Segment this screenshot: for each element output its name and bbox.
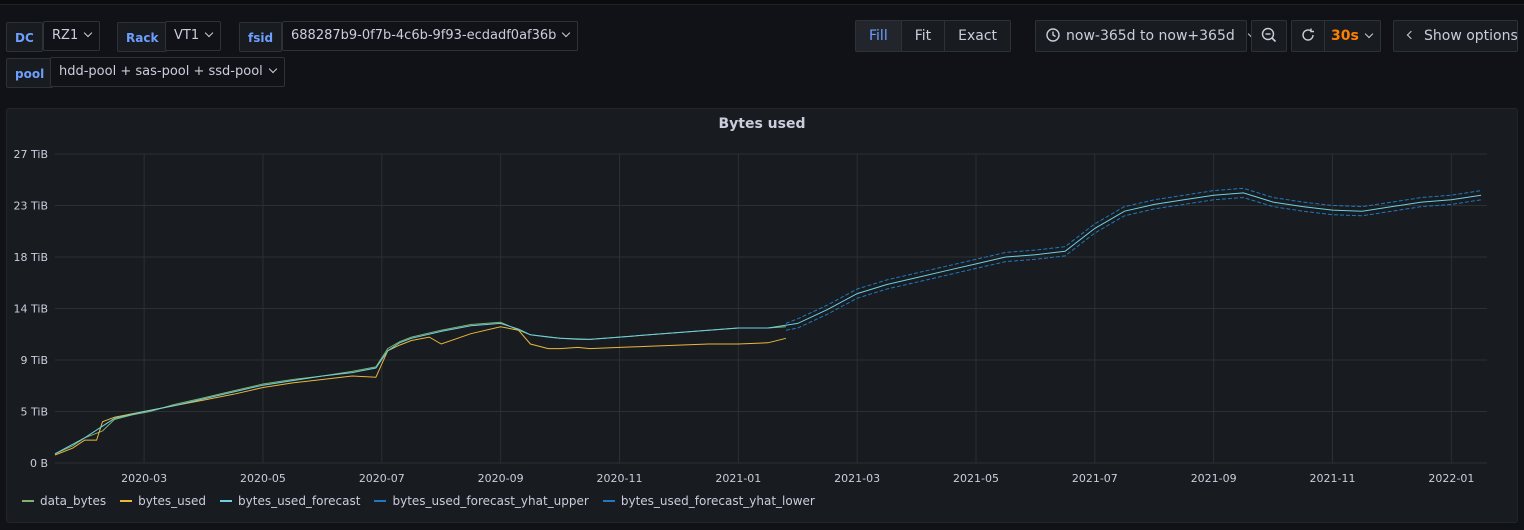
- legend-item-bytes-used-forecast-yhat-upper[interactable]: bytes_used_forecast_yhat_upper: [374, 494, 589, 508]
- legend-label: data_bytes: [40, 494, 107, 508]
- x-tick-label: 2021-11: [1310, 472, 1356, 485]
- x-tick-label: 2021-05: [953, 472, 999, 485]
- legend-swatch: [602, 500, 615, 502]
- legend-item-data-bytes[interactable]: data_bytes: [22, 494, 106, 508]
- legend-label: bytes_used_forecast: [238, 494, 361, 508]
- bytes-used-chart[interactable]: 0 B 5 TiB 9 TiB 14 TiB 18 TiB 23 TiB 27 TiB 20…: [0, 0, 1524, 530]
- series-line-bytes-used: [54, 326, 787, 456]
- chart-series: [54, 187, 1482, 456]
- x-tick-label: 2021-03: [834, 472, 880, 485]
- legend-item-bytes-used-forecast-yhat-lower[interactable]: bytes_used_forecast_yhat_lower: [602, 494, 815, 508]
- x-tick-label: 2022-01: [1428, 472, 1474, 485]
- series-line-data-bytes: [54, 321, 786, 455]
- x-tick-label: 2020-03: [121, 472, 167, 485]
- x-tick-label: 2020-05: [240, 472, 286, 485]
- chart-legend: data_bytes bytes_used bytes_used_forecast b…: [22, 494, 815, 508]
- legend-swatch: [22, 500, 34, 502]
- y-axis: 0 B 5 TiB 9 TiB 14 TiB 18 TiB 23 TiB 27 TiB: [14, 148, 48, 470]
- legend-label: bytes_used_forecast_yhat_lower: [620, 494, 815, 508]
- y-tick-label: 0 B: [30, 457, 48, 470]
- x-tick-label: 2021-09: [1191, 472, 1237, 485]
- y-tick-label: 18 TiB: [14, 251, 48, 264]
- legend-label: bytes_used_forecast_yhat_upper: [392, 494, 589, 508]
- legend-swatch: [120, 500, 133, 502]
- legend-swatch: [220, 500, 233, 502]
- y-tick-label: 23 TiB: [14, 200, 48, 213]
- legend-item-bytes-used[interactable]: bytes_used: [120, 494, 206, 508]
- y-tick-label: 27 TiB: [14, 148, 48, 161]
- legend-swatch: [374, 500, 387, 502]
- y-tick-label: 9 TiB: [21, 354, 48, 367]
- x-tick-label: 2020-11: [596, 472, 642, 485]
- x-tick-label: 2020-09: [478, 472, 524, 485]
- legend-label: bytes_used: [138, 494, 207, 508]
- x-tick-label: 2020-07: [359, 472, 405, 485]
- series-line-bytes-used-forecast: [54, 192, 1482, 455]
- chart-grid: [55, 153, 1487, 464]
- y-tick-label: 14 TiB: [14, 303, 48, 316]
- x-axis: 2020-03 2020-05 2020-07 2020-09 2020-11 2021-…: [121, 472, 1474, 485]
- series-line-bytes-used-forecast-yhat-lower: [785, 196, 1482, 331]
- x-tick-label: 2021-01: [715, 472, 761, 485]
- legend-item-bytes-used-forecast[interactable]: bytes_used_forecast: [220, 494, 360, 508]
- y-tick-label: 5 TiB: [21, 406, 48, 419]
- x-tick-label: 2021-07: [1072, 472, 1118, 485]
